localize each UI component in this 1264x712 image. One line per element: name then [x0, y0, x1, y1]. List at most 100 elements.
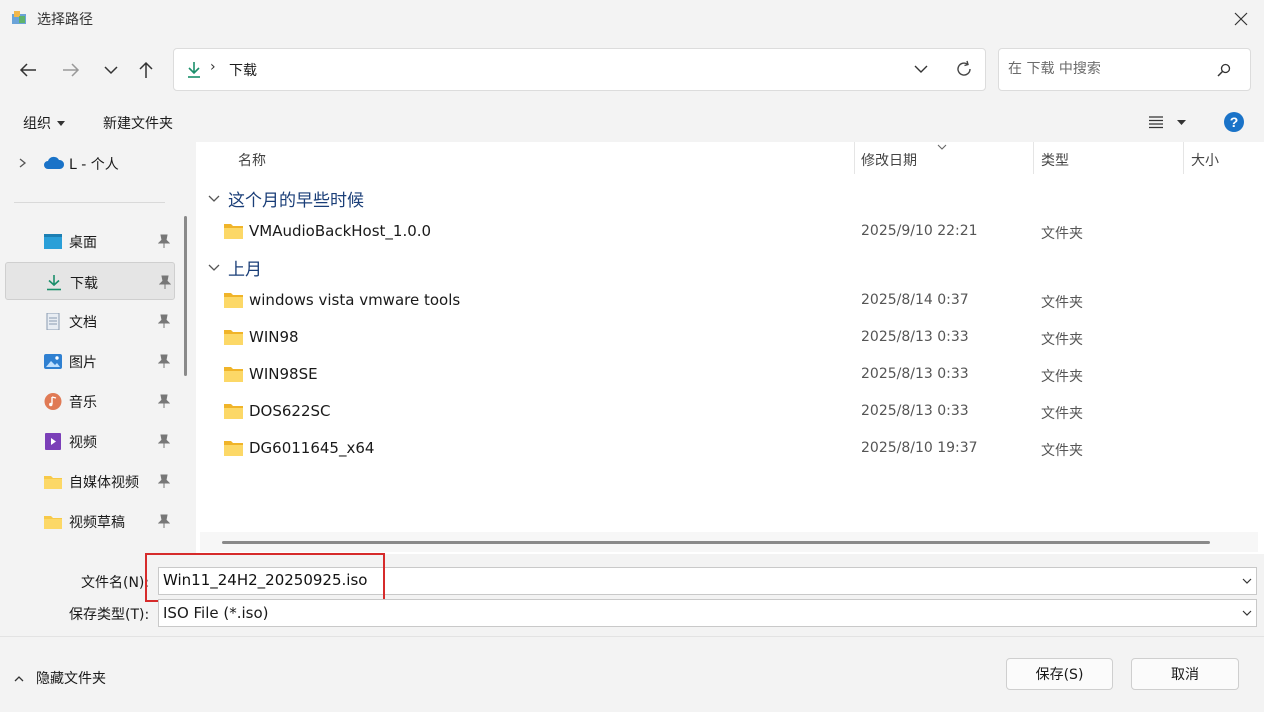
column-divider[interactable]	[1033, 142, 1034, 174]
folder-icon	[44, 476, 62, 489]
cancel-button[interactable]: 取消	[1131, 658, 1239, 690]
file-type: 文件夹	[1041, 295, 1083, 311]
close-button[interactable]	[1218, 0, 1264, 38]
sidebar-item-label: 桌面	[69, 235, 97, 251]
column-header-row: 名称 修改日期 类型 大小	[196, 142, 1264, 174]
search-input[interactable]	[1008, 61, 1208, 77]
list-item[interactable]: WIN98SE 2025/8/13 0:33 文件夹	[216, 358, 1256, 393]
back-button[interactable]	[12, 54, 44, 86]
sidebar-item-downloads[interactable]: 下载	[5, 262, 175, 300]
new-folder-button[interactable]: 新建文件夹	[103, 113, 173, 133]
sidebar-item-videos[interactable]: 视频	[5, 422, 175, 460]
recent-locations-button[interactable]	[95, 54, 127, 86]
list-item[interactable]: DOS622SC 2025/8/13 0:33 文件夹	[216, 395, 1256, 430]
column-divider[interactable]	[854, 142, 855, 174]
sort-descending-icon	[937, 144, 947, 150]
address-bar[interactable]: › 下载	[173, 48, 986, 91]
chevron-down-icon	[104, 66, 118, 75]
expand-chevron-icon[interactable]	[19, 158, 27, 168]
sidebar-scrollbar[interactable]	[184, 216, 187, 376]
chevron-down-icon[interactable]	[1242, 578, 1252, 584]
group-header-last-month[interactable]: 上月	[208, 255, 262, 280]
file-name: DG6011645_x64	[249, 439, 375, 457]
list-item[interactable]: VMAudioBackHost_1.0.0 2025/9/10 22:21 文件…	[216, 215, 1256, 250]
pin-icon[interactable]	[158, 234, 170, 248]
column-size[interactable]: 大小	[1191, 150, 1219, 170]
sidebar-item-label: 音乐	[69, 395, 97, 411]
sidebar-item-media-videos[interactable]: 自媒体视频	[5, 462, 175, 500]
chevron-down-icon[interactable]	[1242, 610, 1252, 616]
sidebar-item-documents[interactable]: 文档	[5, 302, 175, 340]
sidebar-item-music[interactable]: 音乐	[5, 382, 175, 420]
desktop-icon	[44, 234, 62, 249]
horizontal-scrollbar-track[interactable]	[200, 532, 1258, 552]
pin-icon[interactable]	[158, 354, 170, 368]
refresh-icon[interactable]	[955, 60, 973, 78]
sidebar-item-video-drafts[interactable]: 视频草稿	[5, 502, 175, 540]
pin-icon[interactable]	[158, 394, 170, 408]
file-list: 名称 修改日期 类型 大小 这个月的早些时候 VMAudioBackHost_1…	[196, 142, 1264, 554]
document-icon	[46, 313, 60, 330]
breadcrumb-current[interactable]: 下载	[229, 60, 257, 80]
search-box[interactable]	[998, 48, 1251, 91]
file-type: 文件夹	[1041, 226, 1083, 242]
filetype-select[interactable]: ISO File (*.iso)	[158, 599, 1257, 627]
sidebar-item-pictures[interactable]: 图片	[5, 342, 175, 380]
video-icon	[45, 433, 61, 450]
pin-icon[interactable]	[158, 434, 170, 448]
window-title: 选择路径	[37, 12, 93, 28]
save-button[interactable]: 保存(S)	[1006, 658, 1113, 690]
divider	[14, 202, 165, 203]
forward-button[interactable]	[55, 54, 87, 86]
file-date: 2025/8/10 19:37	[861, 440, 978, 456]
navigation-pane: L - 个人 桌面 下载 文档 图片 音乐 视频 自媒体视频 视频草稿	[0, 142, 194, 554]
title-bar: 选择路径	[0, 0, 1264, 38]
toolbar: 组织 新建文件夹 ?	[0, 102, 1264, 142]
divider	[0, 636, 1264, 637]
organize-button[interactable]: 组织	[23, 113, 65, 133]
pin-icon[interactable]	[159, 275, 171, 289]
file-date: 2025/8/13 0:33	[861, 329, 969, 345]
address-history-chevron-icon[interactable]	[914, 64, 928, 74]
file-name: VMAudioBackHost_1.0.0	[249, 222, 432, 240]
chevron-up-icon	[14, 675, 24, 681]
pin-icon[interactable]	[158, 314, 170, 328]
hide-folders-toggle[interactable]: 隐藏文件夹	[14, 668, 106, 688]
sidebar-item-label: 文档	[69, 315, 97, 331]
caret-down-icon	[57, 120, 65, 126]
arrow-left-icon	[19, 63, 36, 77]
file-date: 2025/8/13 0:33	[861, 403, 969, 419]
horizontal-scrollbar-thumb[interactable]	[222, 541, 1210, 544]
help-icon[interactable]: ?	[1223, 111, 1245, 133]
group-header-this-month[interactable]: 这个月的早些时候	[208, 186, 364, 211]
view-options-caret-icon[interactable]	[1177, 120, 1186, 125]
column-divider[interactable]	[1183, 142, 1184, 174]
sidebar-item-desktop[interactable]: 桌面	[5, 222, 175, 260]
search-icon[interactable]	[1217, 63, 1231, 77]
file-date: 2025/8/14 0:37	[861, 292, 969, 308]
pin-icon[interactable]	[158, 514, 170, 528]
breadcrumb-separator: ›	[210, 59, 216, 75]
file-type: 文件夹	[1041, 332, 1083, 348]
file-date: 2025/8/13 0:33	[861, 366, 969, 382]
list-item[interactable]: WIN98 2025/8/13 0:33 文件夹	[216, 321, 1256, 356]
hide-folders-label: 隐藏文件夹	[36, 671, 106, 687]
column-name[interactable]: 名称	[238, 150, 266, 170]
folder-icon	[44, 516, 62, 529]
column-type[interactable]: 类型	[1041, 150, 1069, 170]
sidebar-item-onedrive[interactable]: L - 个人	[5, 144, 175, 182]
sidebar-item-label: 自媒体视频	[69, 475, 139, 491]
column-date[interactable]: 修改日期	[861, 150, 917, 170]
up-button[interactable]	[130, 54, 162, 86]
view-list-icon[interactable]	[1148, 115, 1164, 129]
file-name: windows vista vmware tools	[249, 291, 461, 309]
pin-icon[interactable]	[158, 474, 170, 488]
sidebar-onedrive-label: L - 个人	[69, 157, 119, 173]
highlight-box	[145, 553, 385, 602]
folder-icon	[224, 293, 243, 308]
filetype-label: 保存类型(T):	[69, 607, 150, 623]
sidebar-item-label: 图片	[69, 355, 97, 371]
list-item[interactable]: DG6011645_x64 2025/8/10 19:37 文件夹	[216, 432, 1256, 467]
folder-icon	[224, 224, 243, 239]
list-item[interactable]: windows vista vmware tools 2025/8/14 0:3…	[216, 284, 1256, 319]
